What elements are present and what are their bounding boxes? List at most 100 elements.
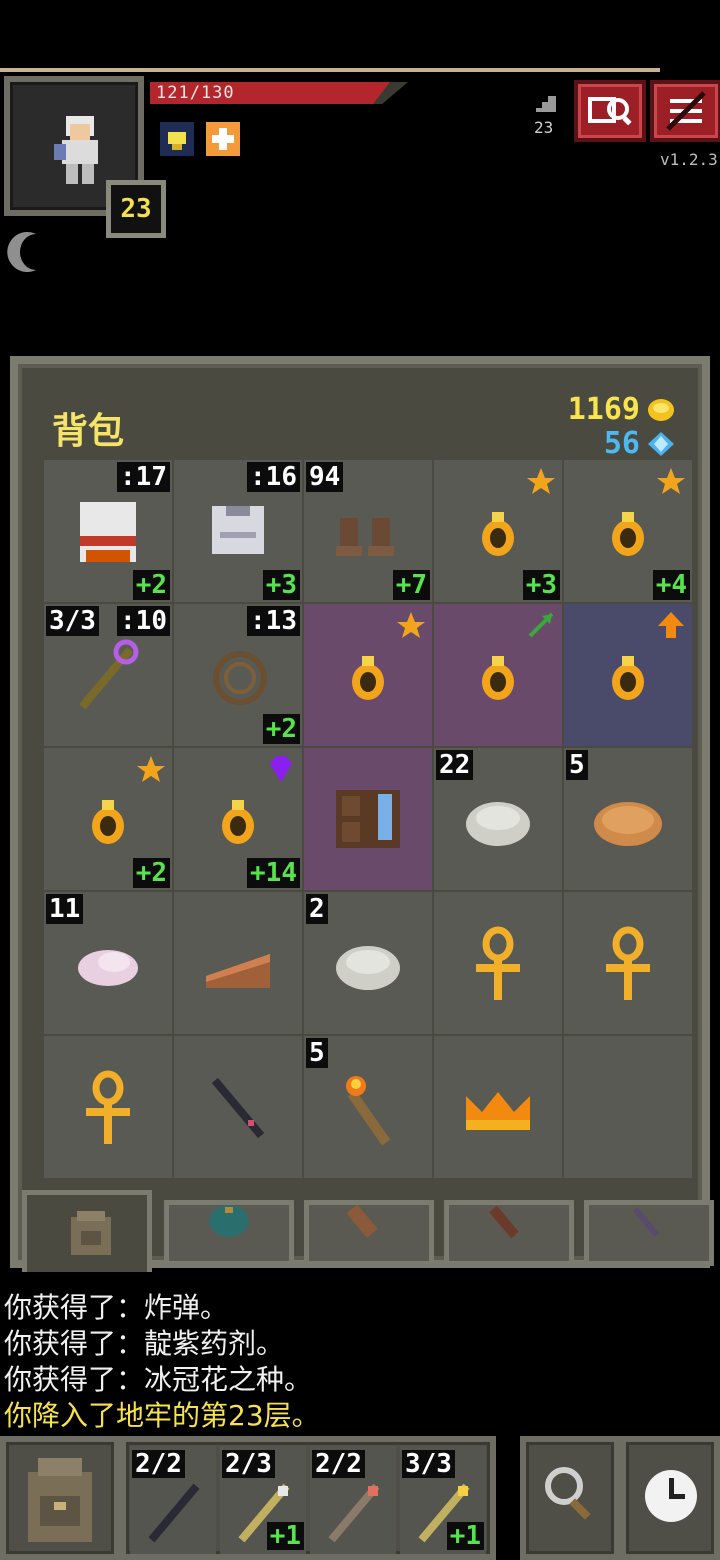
quickslot-2[interactable]: 2/3 +1: [220, 1446, 306, 1554]
backpack-icon: [71, 1211, 111, 1255]
tab-wand-holster[interactable]: [584, 1200, 714, 1266]
star-marker-icon: [137, 756, 165, 782]
tab-scroll-holder[interactable]: [304, 1200, 434, 1266]
ring-icon: [352, 656, 384, 700]
upgrade-level: +1: [446, 1522, 484, 1550]
healing-buff-icon[interactable]: [206, 122, 240, 156]
bag-slot[interactable]: +14: [174, 748, 302, 890]
boots-icon: [336, 518, 394, 556]
ring-icon: [612, 656, 644, 700]
wand-charges: 2/2: [132, 1450, 185, 1478]
wand-charges: 3/3: [402, 1450, 455, 1478]
bag-slot[interactable]: [434, 1036, 562, 1178]
whip-icon: [213, 651, 267, 705]
potion-bandolier-icon: [489, 1205, 519, 1239]
quickslot-1[interactable]: 2/2: [130, 1446, 216, 1554]
depth-number: 23: [534, 118, 554, 137]
bag-slot[interactable]: [174, 1036, 302, 1178]
bag-slot[interactable]: [304, 748, 432, 890]
stone-icon: [466, 802, 530, 846]
stone-icon: [336, 946, 400, 990]
bag-slot[interactable]: [434, 604, 562, 746]
log-message: 你获得了：炸弹。: [4, 1291, 229, 1324]
menu-button[interactable]: [650, 80, 720, 142]
wait-button[interactable]: [620, 1436, 720, 1560]
hero-level-badge: 23: [106, 180, 166, 238]
search-button[interactable]: [520, 1436, 620, 1560]
wand-icon: [148, 1483, 200, 1543]
bag-slot[interactable]: 5: [304, 1036, 432, 1178]
bag-slot[interactable]: 3/3 :10: [44, 604, 172, 746]
bag-slot[interactable]: [44, 1036, 172, 1178]
gold-amount: 1169: [567, 392, 640, 427]
health-bar: 121/130: [150, 82, 408, 104]
bag-slot[interactable]: 2: [304, 892, 432, 1034]
raw-meat-icon: [78, 950, 138, 986]
bag-slot[interactable]: :16 +3: [174, 460, 302, 602]
bag-slot[interactable]: 22: [434, 748, 562, 890]
upgrade-level: +2: [132, 858, 170, 888]
ring-icon: [482, 656, 514, 700]
item-durability: :17: [117, 462, 170, 492]
bag-slot[interactable]: :17 +2: [44, 460, 172, 602]
item-durability: :16: [247, 462, 300, 492]
ankh-icon: [86, 1070, 130, 1144]
bag-slot[interactable]: [564, 1036, 692, 1178]
wand-charges: 2/3: [222, 1450, 275, 1478]
arrow-marker-icon: [528, 612, 554, 638]
upgrade-level: +2: [132, 570, 170, 600]
up-marker-icon: [658, 612, 684, 638]
quickslot-4[interactable]: 3/3 +1: [400, 1446, 486, 1554]
bag-slot[interactable]: [304, 604, 432, 746]
bag-slot[interactable]: +2: [44, 748, 172, 890]
bag-slot[interactable]: [174, 892, 302, 1034]
bag-slot[interactable]: [564, 604, 692, 746]
upgrade-level: +14: [247, 858, 300, 888]
journal-icon: [588, 97, 632, 126]
item-durability: :10: [117, 606, 170, 636]
star-marker-icon: [397, 612, 425, 638]
item-quantity: 3/3: [46, 606, 99, 636]
gem-amount: 56: [603, 426, 640, 461]
message-log: 你获得了：炸弹。 你获得了：靛紫药剂。 你获得了：冰冠花之种。 你降入了地牢的第23层…: [4, 1290, 320, 1434]
bag-slot[interactable]: +4: [564, 460, 692, 602]
backpack-grid: :17 +2:16 +3 94 +7 +3 +4 3/3:10:13 +2 +2 +14 22 5 11 2…: [44, 460, 692, 1178]
tab-potion-bandolier[interactable]: [444, 1200, 574, 1266]
bag-slot[interactable]: 11: [44, 892, 172, 1034]
backpack-window: 背包 1169 56 :17 +2:16 +3 94 +7 +3 +4 3/3:10:13 +2…: [10, 356, 714, 1272]
bag-slot[interactable]: [564, 892, 692, 1034]
ring-icon: [92, 800, 124, 844]
search-magnifier-icon: [545, 1467, 591, 1520]
menu-settings-icon: [666, 91, 706, 131]
wand-charges: 2/2: [312, 1450, 365, 1478]
tab-backpack[interactable]: [22, 1190, 152, 1272]
journal-button[interactable]: [574, 80, 646, 142]
upgrade-level: +1: [266, 1522, 304, 1550]
quickslot-3[interactable]: 2/2: [310, 1446, 396, 1554]
ankh-icon: [476, 926, 520, 1000]
inventory-button[interactable]: [0, 1436, 120, 1560]
bag-slot[interactable]: :13 +2: [174, 604, 302, 746]
ring-icon: [222, 800, 254, 844]
scroll-holder-icon: [346, 1205, 378, 1238]
pie-slice-icon: [206, 954, 270, 988]
log-message: 你获得了：冰冠花之种。: [4, 1363, 313, 1396]
backpack-title: 背包: [52, 411, 125, 452]
tab-seed-pouch[interactable]: [164, 1200, 294, 1266]
light-buff-icon[interactable]: [160, 122, 194, 156]
bottom-toolbar: 2/2 2/3 +1 2/2 3/3 +1: [0, 1432, 720, 1560]
bag-slot[interactable]: 5: [564, 748, 692, 890]
bag-slot[interactable]: +3: [434, 460, 562, 602]
hero-sprite-icon: [54, 116, 98, 184]
gem-counter: 56: [604, 426, 676, 461]
star-marker-icon: [657, 468, 685, 494]
health-text: 121/130: [156, 83, 235, 103]
item-quantity: 22: [436, 750, 474, 780]
bag-slot[interactable]: 94 +7: [304, 460, 432, 602]
bag-slot[interactable]: [434, 892, 562, 1034]
gold-counter: 1169: [568, 392, 676, 427]
version-label: v1.2.3: [660, 150, 718, 169]
clock-icon: [645, 1470, 697, 1522]
ring-icon: [612, 512, 644, 556]
upgrade-level: +3: [262, 570, 300, 600]
